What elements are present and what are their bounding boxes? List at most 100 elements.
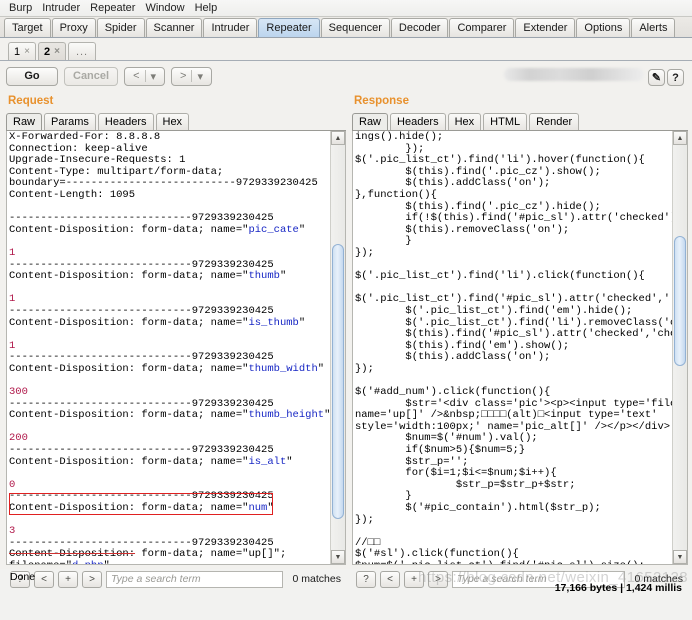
scroll-down-icon[interactable]: ▼ — [673, 550, 687, 564]
response-line: } — [355, 235, 412, 248]
repeater-tab-label: 1 — [14, 45, 21, 58]
scroll-up-icon[interactable]: ▲ — [331, 131, 345, 145]
response-scrollbar[interactable]: ▲ ▼ — [672, 131, 687, 564]
status-text: Done — [10, 571, 36, 583]
close-icon[interactable]: × — [54, 44, 60, 60]
main-tab-strip: Target Proxy Spider Scanner Intruder Repeater… — [0, 17, 692, 38]
divider — [191, 70, 193, 82]
request-line: filename="d.php" — [9, 560, 330, 564]
chevron-down-icon: ▾ — [150, 70, 157, 83]
tab-target[interactable]: Target — [4, 18, 51, 37]
request-line: Content-Disposition: form-data; name="th… — [9, 362, 325, 375]
edit-target-button[interactable]: ✎ — [648, 69, 665, 86]
scroll-down-icon[interactable]: ▼ — [331, 550, 345, 564]
request-tab-raw[interactable]: Raw — [6, 113, 43, 131]
request-line — [9, 422, 330, 434]
response-stats: 17,166 bytes | 1,424 millis — [554, 582, 682, 594]
request-line: Content-Disposition: form-data; name="nu… — [9, 502, 274, 514]
repeater-tab-2[interactable]: 2 × — [37, 42, 66, 60]
response-line: ings().hide(); — [355, 131, 444, 143]
response-tabs: Raw Headers Hex HTML Render — [352, 112, 688, 131]
tab-intruder[interactable]: Intruder — [203, 18, 258, 37]
repeater-new-tab-button[interactable]: ... — [67, 42, 97, 60]
request-line — [9, 375, 330, 387]
menu-item-help[interactable]: Help — [190, 1, 223, 16]
tab-proxy[interactable]: Proxy — [51, 18, 96, 37]
response-line: $num=$('.pic_list_ct').find('#pic_sl').s… — [355, 560, 672, 564]
request-tab-hex[interactable]: Hex — [155, 113, 190, 131]
back-arrow-icon: < — [133, 70, 140, 82]
response-line: $('.pic_list_ct').find('em').hide(); — [355, 304, 633, 317]
back-button[interactable]: < ▾ — [124, 66, 166, 86]
request-title: Request — [8, 95, 54, 107]
request-line — [9, 468, 330, 480]
response-tab-html[interactable]: HTML — [483, 113, 528, 131]
request-tab-headers[interactable]: Headers — [97, 113, 154, 131]
request-raw-editor[interactable]: X-Forwarded-For: 8.8.8.8 Connection: keep… — [7, 131, 330, 564]
divider — [144, 70, 146, 82]
response-pane: Response Raw Headers Hex HTML Render ings().… — [346, 91, 692, 588]
repeater-tab-1[interactable]: 1 × — [8, 42, 36, 60]
request-line: Content-Disposition: form-data; name="pi… — [9, 223, 306, 236]
response-tab-headers[interactable]: Headers — [390, 113, 446, 131]
request-tabs: Raw Params Headers Hex — [6, 112, 346, 131]
response-tab-raw[interactable]: Raw — [352, 113, 389, 131]
response-editor-wrap: ings().hide(); }); $('.pic_list_ct').find… — [352, 131, 688, 565]
forward-arrow-icon: > — [180, 70, 187, 82]
response-title: Response — [354, 95, 409, 107]
repeater-tab-bar: 1 × 2 ×... — [0, 38, 692, 61]
response-line: $('#add_num').click(function(){ — [355, 386, 551, 399]
tab-scanner[interactable]: Scanner — [145, 18, 203, 37]
response-line: }); — [355, 513, 374, 526]
response-line: if(!$(this).find('#pic_sl').attr('checke… — [355, 212, 672, 225]
menu-item-window[interactable]: Window — [140, 1, 189, 16]
tab-comparer[interactable]: Comparer — [449, 18, 515, 37]
response-line: $(this).find('#pic_sl').attr('checked','… — [405, 328, 672, 341]
request-scroll-thumb[interactable] — [332, 244, 344, 519]
tab-alerts[interactable]: Alerts — [631, 18, 676, 37]
request-editor-wrap: X-Forwarded-For: 8.8.8.8 Connection: keep… — [6, 131, 346, 565]
response-line: }); — [355, 246, 374, 259]
request-line: X-Forwarded-For: 8.8.8.8 — [9, 131, 161, 143]
request-line: 300 — [9, 386, 28, 399]
burp-suite-window: Burp Intruder Repeater Window Help Target Pro… — [0, 0, 692, 620]
chevron-down-icon: ▾ — [197, 70, 204, 83]
request-line — [9, 283, 330, 295]
response-line: $(this).addClass('on'); — [355, 351, 551, 364]
tab-options[interactable]: Options — [576, 18, 631, 37]
target-url-redacted[interactable] — [504, 68, 644, 81]
response-tab-hex[interactable]: Hex — [447, 113, 482, 131]
request-tab-params[interactable]: Params — [44, 113, 96, 131]
request-line — [9, 236, 330, 248]
response-tab-render[interactable]: Render — [529, 113, 580, 131]
tab-sequencer[interactable]: Sequencer — [320, 18, 390, 37]
help-button[interactable]: ? — [667, 69, 684, 86]
go-button[interactable]: Go — [6, 66, 58, 86]
tab-decoder[interactable]: Decoder — [390, 18, 449, 37]
response-line — [355, 526, 672, 538]
request-scrollbar[interactable]: ▲ ▼ — [330, 131, 345, 564]
response-line: $('.pic_list_ct').find('li').click(funct… — [355, 270, 645, 283]
close-icon[interactable]: × — [24, 44, 30, 60]
response-line: $('#pic_contain').html($str_p); — [355, 502, 601, 514]
menu-item-repeater[interactable]: Repeater — [85, 1, 140, 16]
tab-spider[interactable]: Spider — [96, 18, 145, 37]
request-line — [9, 515, 330, 527]
request-line: Content-Disposition: form-data; name="is… — [9, 455, 293, 468]
response-line: },function(){ — [355, 188, 437, 201]
repeater-tab-label: 2 — [43, 45, 51, 58]
cancel-button[interactable]: Cancel — [64, 66, 119, 86]
menu-item-intruder[interactable]: Intruder — [37, 1, 85, 16]
request-line — [9, 329, 330, 341]
menu-bar: Burp Intruder Repeater Window Help — [0, 0, 692, 17]
request-pane: Request Raw Params Headers Hex X-Forwarded-… — [0, 91, 346, 588]
forward-button[interactable]: > ▾ — [171, 66, 213, 86]
repeater-toolbar: Go Cancel < ▾ > ▾ ✎ ? — [0, 61, 692, 91]
response-scroll-thumb[interactable] — [674, 236, 686, 366]
request-line: 1 — [9, 246, 16, 259]
menu-item-burp[interactable]: Burp — [4, 1, 37, 16]
scroll-up-icon[interactable]: ▲ — [673, 131, 687, 145]
tab-repeater[interactable]: Repeater — [258, 18, 320, 37]
tab-extender[interactable]: Extender — [515, 18, 576, 37]
response-raw-editor[interactable]: ings().hide(); }); $('.pic_list_ct').find… — [353, 131, 672, 564]
